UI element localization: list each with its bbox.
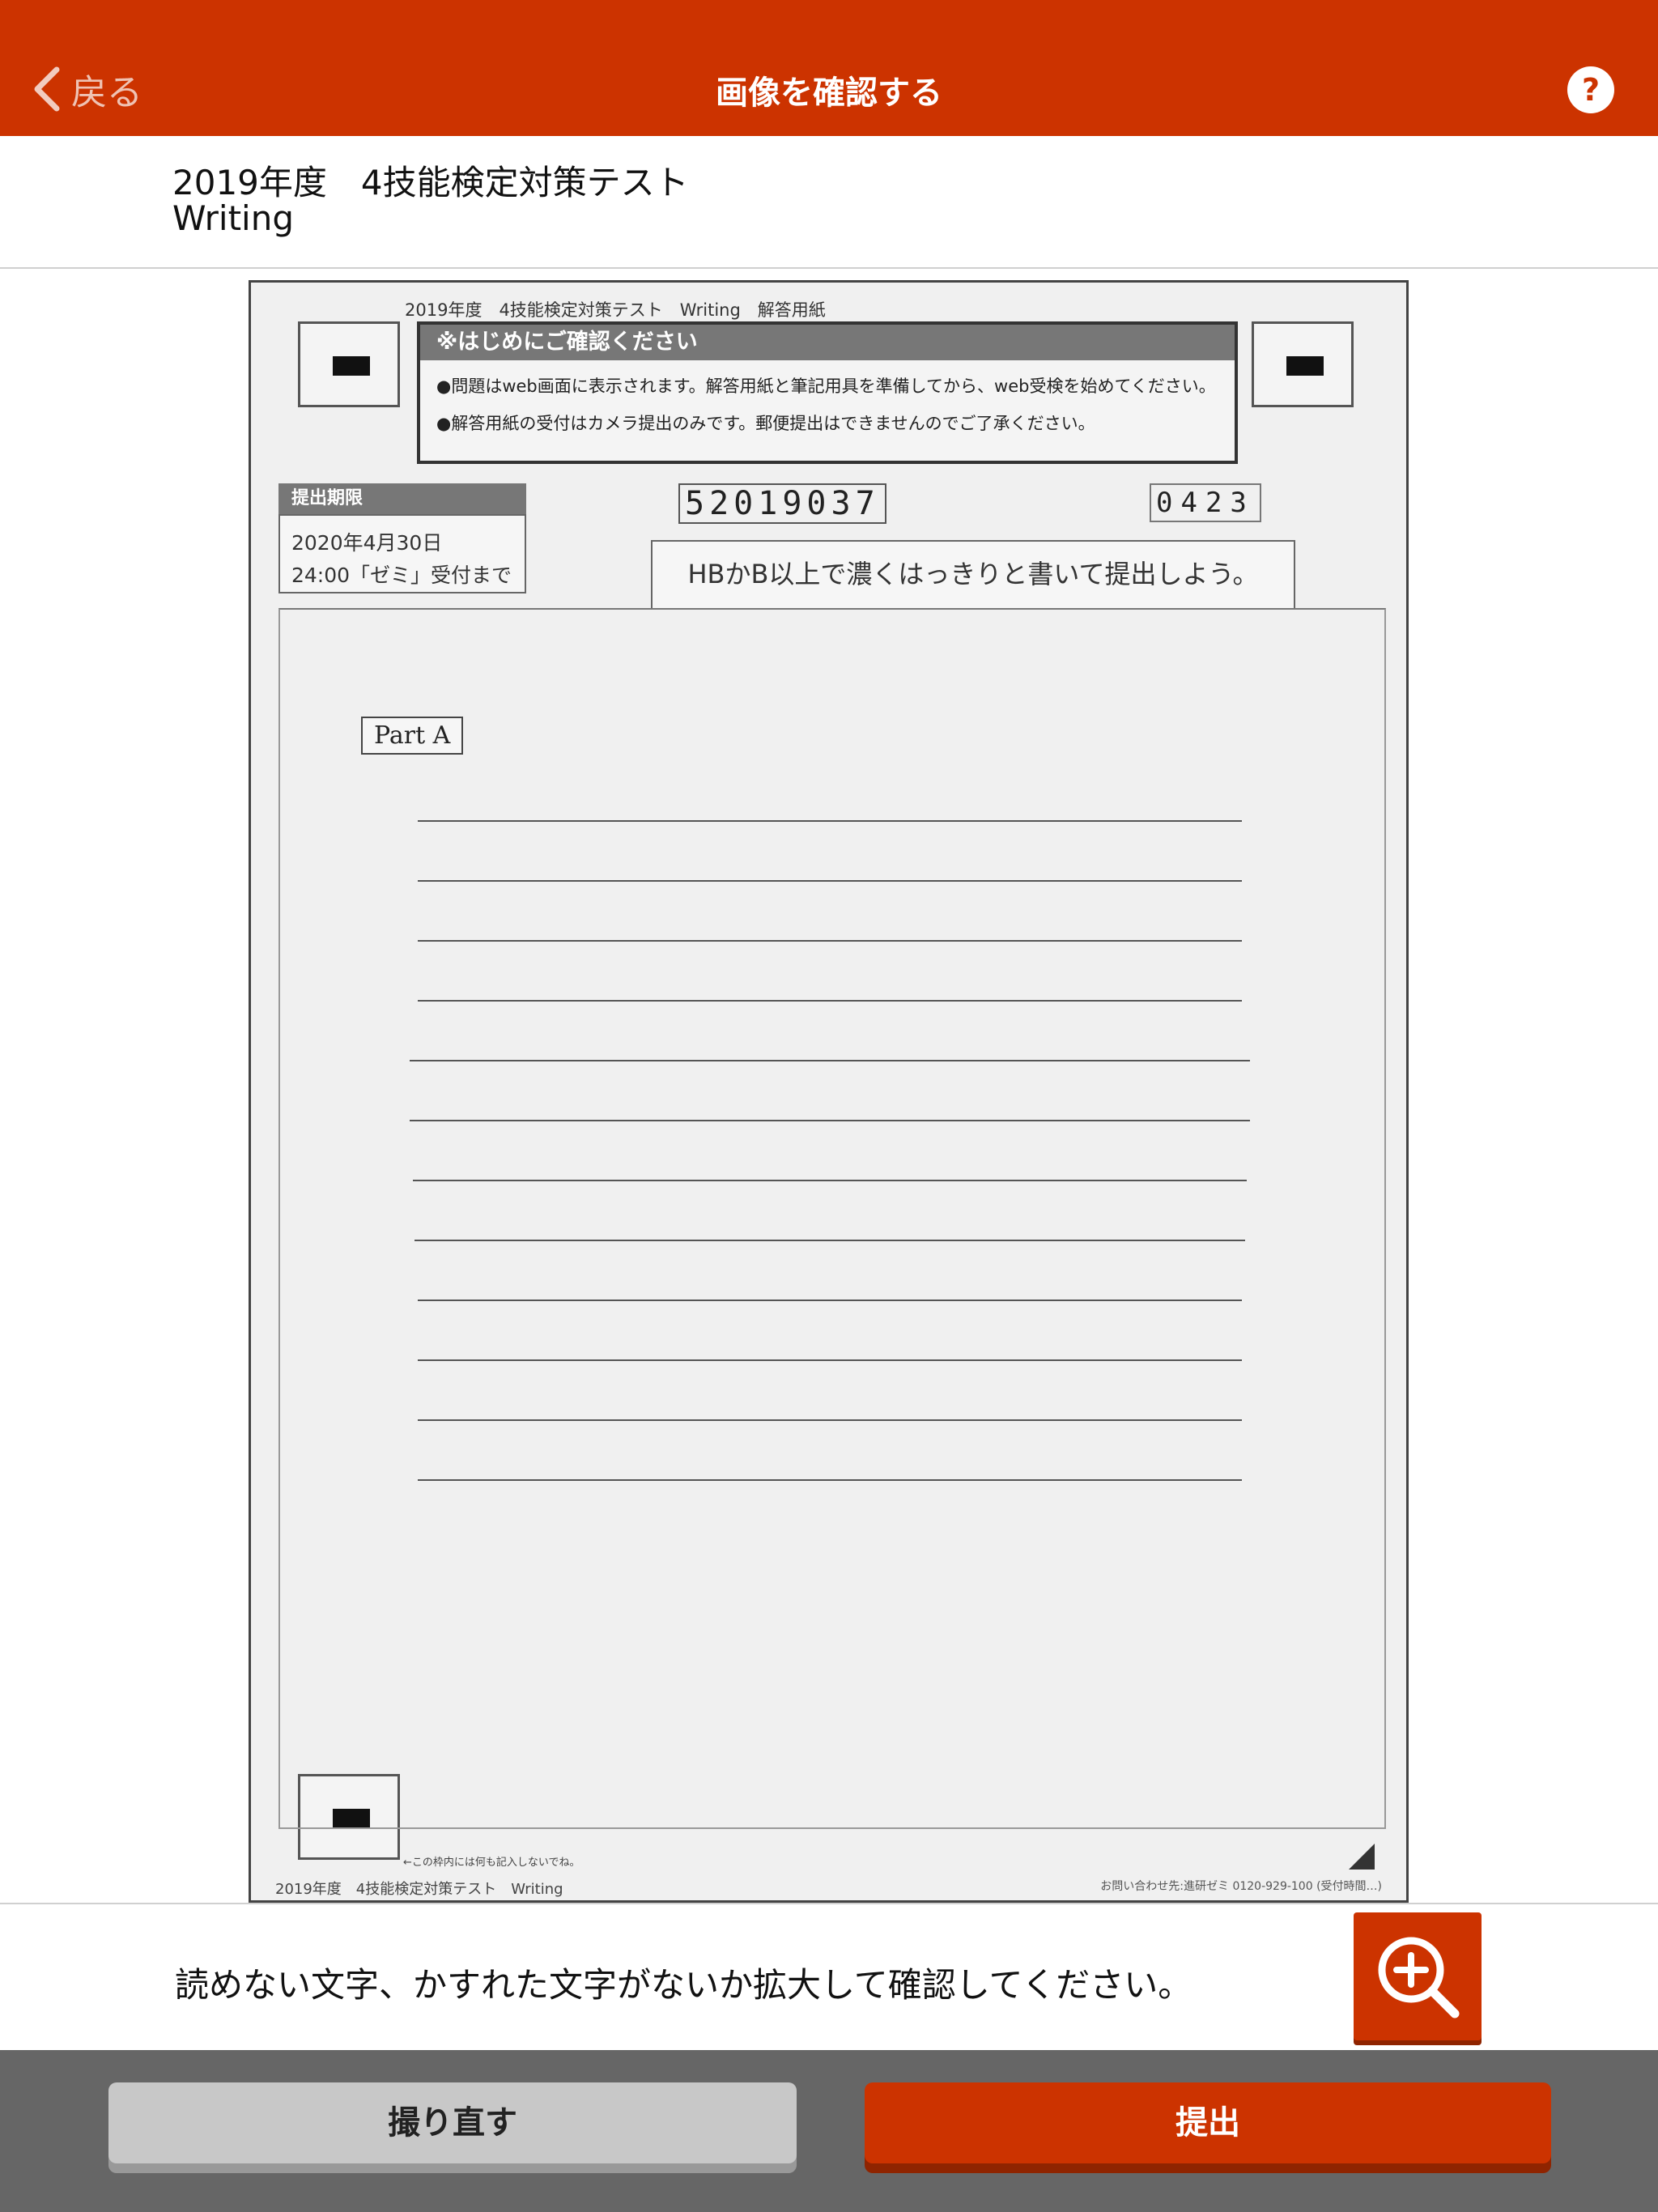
corner-note: ←この枠内には何も記入しないでね。 [403, 1857, 580, 1869]
notice-line: ●解答用紙の受付はカメラ提出のみです。郵便提出はできませんのでご了承ください。 [436, 414, 1095, 433]
answer-sheet-image: 2019年度 4技能検定対策テスト Writing 解答用紙 ※はじめにご確認く… [249, 280, 1409, 1903]
retake-button[interactable]: 撮り直す [108, 2082, 797, 2163]
help-button[interactable]: ? [1567, 66, 1614, 113]
notice-box: ※はじめにご確認ください ●問題はweb画面に表示されます。解答用紙と筆記用具を… [417, 321, 1238, 464]
sheet-footer-left: 2019年度 4技能検定対策テスト Writing [275, 1881, 563, 1898]
test-title-line2: Writing [172, 198, 294, 238]
part-label: Part A [361, 717, 464, 755]
answer-area [278, 608, 1386, 1829]
deadline-box: 2020年4月30日 24:00「ゼミ」受付まで [278, 514, 526, 593]
answer-line [410, 1060, 1250, 1061]
test-title-section: 2019年度 4技能検定対策テスト Writing [0, 136, 1658, 269]
zoom-in-icon [1378, 1937, 1460, 2018]
zoom-button[interactable] [1354, 1912, 1482, 2040]
answer-line [418, 1359, 1242, 1361]
answer-line [413, 1180, 1247, 1181]
corner-triangle-icon [1349, 1844, 1375, 1870]
test-title: 2019年度 4技能検定対策テスト Writing [172, 165, 689, 236]
answer-line [418, 880, 1242, 882]
test-title-line1: 2019年度 4技能検定対策テスト [172, 163, 689, 202]
instruction-text: 読めない文字、かすれた文字がないか拡大して確認してください。 [175, 1965, 1192, 2005]
bottom-action-bar: 撮り直す 提出 [0, 2050, 1658, 2212]
alignment-marker-top-left [298, 321, 400, 407]
answer-line [418, 1000, 1242, 1002]
deadline-date: 2020年4月30日 [291, 531, 443, 555]
navigation-bar: 戻る 画像を確認する ? [0, 0, 1658, 136]
page-title: 画像を確認する [716, 74, 942, 112]
answer-line [418, 820, 1242, 822]
sheet-footer-right: お問い合わせ先:進研ゼミ 0120-929-100 (受付時間…) [1100, 1880, 1382, 1893]
student-id: 52019037 [678, 483, 886, 524]
answer-line [418, 1419, 1242, 1421]
pencil-note: HBかB以上で濃くはっきりと書いて提出しよう。 [651, 540, 1295, 610]
submit-button[interactable]: 提出 [865, 2082, 1551, 2163]
notice-line: ●問題はweb画面に表示されます。解答用紙と筆記用具を準備してから、web受検を… [436, 376, 1216, 396]
notice-title: ※はじめにご確認ください [420, 325, 1235, 360]
sheet-header: 2019年度 4技能検定対策テスト Writing 解答用紙 [405, 300, 826, 320]
code-id: 0423 [1150, 483, 1261, 522]
deadline-title: 提出期限 [278, 483, 526, 514]
deadline-time: 24:00「ゼミ」受付まで [291, 564, 512, 587]
answer-line [418, 940, 1242, 942]
answer-line [410, 1120, 1250, 1121]
answer-line [414, 1240, 1245, 1241]
alignment-marker-top-right [1252, 321, 1354, 407]
answer-line [418, 1479, 1242, 1481]
answer-line [418, 1300, 1242, 1301]
question-icon: ? [1581, 72, 1601, 108]
